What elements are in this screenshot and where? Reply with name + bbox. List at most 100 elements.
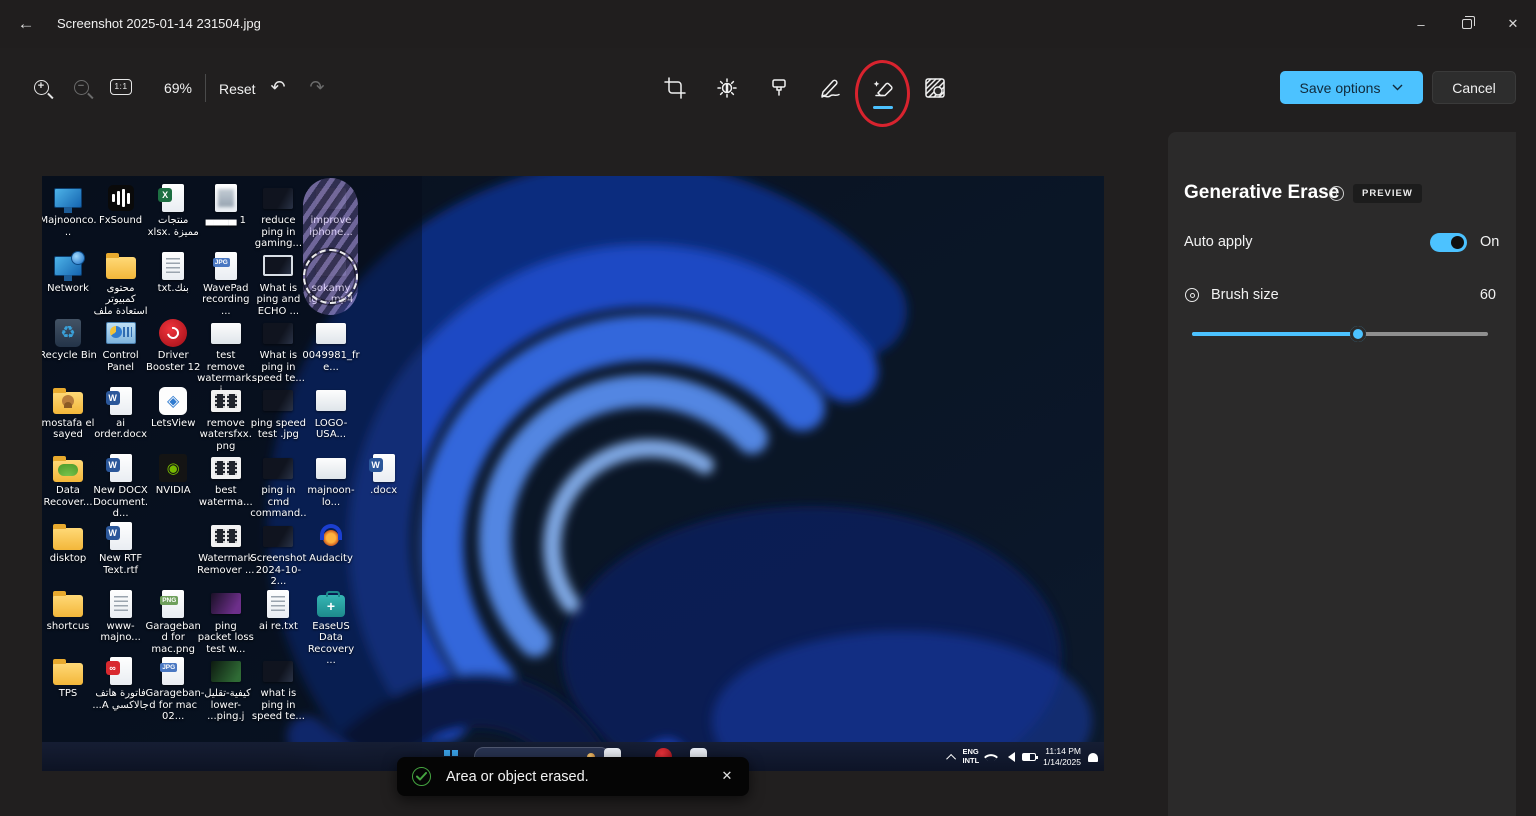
desktop-icon[interactable]: ◉ NVIDIA: [144, 453, 202, 497]
auto-apply-toggle[interactable]: [1430, 233, 1467, 252]
desktop-icon-label: TPS: [58, 688, 78, 700]
volume-icon[interactable]: [1003, 752, 1016, 762]
desktop-icon[interactable]: Majnoonco...: [42, 183, 97, 238]
minimize-button[interactable]: –: [1398, 0, 1444, 48]
notification-bell-icon[interactable]: [1088, 752, 1098, 762]
desktop-icon[interactable]: shortcus: [42, 589, 97, 633]
desktop-icon-label: What is ping in speed te...: [251, 350, 305, 385]
desktop-icon[interactable]: ♻ Recycle Bin: [42, 318, 97, 362]
cancel-button[interactable]: Cancel: [1432, 71, 1516, 104]
thumb-dark-icon: [263, 386, 294, 416]
desktop-icon[interactable]: PNG Garageband for mac.png: [144, 589, 202, 656]
desktop-icon[interactable]: Network: [42, 250, 97, 295]
desktop-icon[interactable]: ping packet loss test w...: [197, 589, 255, 656]
desktop-icon[interactable]: What is ping in speed te...: [249, 318, 307, 385]
desktop-icon[interactable]: بنك.txt: [144, 251, 202, 295]
folder-img-icon: [53, 453, 83, 483]
desktop-icon-label: ai order.docx: [94, 417, 147, 441]
desktop-icon[interactable]: disktop: [42, 521, 97, 565]
desktop-icon[interactable]: ◈ LetsView: [144, 386, 202, 430]
desktop-icon[interactable]: remove watersfxx.png: [197, 386, 255, 453]
thumb-dark-icon: [263, 521, 294, 551]
wifi-icon[interactable]: [984, 749, 999, 765]
restore-button[interactable]: [1444, 0, 1490, 48]
desktop-icon[interactable]: LOGO-USA...: [302, 386, 360, 441]
thumb-dark-icon: [263, 656, 294, 686]
toast-notification: Area or object erased. ✕: [397, 757, 749, 796]
jpg-doc-icon: JPG: [211, 251, 241, 281]
taskbar-clock[interactable]: 11:14 PM 1/14/2025: [1043, 746, 1081, 767]
desktop-icon[interactable]: 0049981_fre...: [302, 318, 360, 373]
desktop-icon[interactable]: mostafa el sayed: [42, 386, 97, 441]
desktop-icon[interactable]: W New RTF Text.rtf: [92, 521, 150, 576]
tool-filter-button[interactable]: [753, 64, 805, 112]
info-icon[interactable]: i: [1329, 186, 1344, 201]
battery-icon[interactable]: [1022, 753, 1039, 761]
desktop-icon[interactable]: Control Panel: [92, 318, 150, 373]
system-tray: ENG INTL 11:14 PM 1/14/2025: [945, 745, 1098, 769]
desktop-icon[interactable]: FxSound: [92, 183, 150, 227]
desktop-icon[interactable]: ▄▄▄▄ 1: [197, 183, 255, 227]
desktop-icon[interactable]: www-majno...: [92, 589, 150, 644]
desktop-icon[interactable]: + EaseUS Data Recovery ...: [302, 589, 360, 667]
slider-thumb[interactable]: [1349, 326, 1366, 342]
desktop-icon-label: Data Recover...: [43, 485, 93, 508]
desktop-icon[interactable]: W New DOCX Document.d...: [92, 453, 150, 520]
brush-size-slider[interactable]: [1192, 326, 1488, 342]
folder-icon: [53, 656, 83, 686]
desktop-icon[interactable]: best waterma...: [197, 453, 255, 508]
desktop-icon[interactable]: test remove watermark.j...: [197, 318, 255, 396]
photo-canvas[interactable]: Majnoonco... FxSound X منتجات مميزة .xlsx ▄▄…: [42, 176, 1104, 771]
desktop-icon[interactable]: Wai order.docx: [92, 386, 150, 441]
desktop-icon[interactable]: كيفية-تقليل-lower-ping.j...: [197, 656, 255, 723]
desktop-icon[interactable]: TPS: [42, 656, 97, 700]
tray-chevron-up-icon[interactable]: [945, 753, 956, 764]
tool-markup-button[interactable]: [805, 64, 857, 112]
control-panel-icon: [105, 318, 136, 348]
brush-size-value: 60: [1479, 287, 1496, 303]
desktop-icon[interactable]: محتوى كمبيوتر استعادة ملف: [92, 251, 150, 318]
zoom-out-button[interactable]: −: [61, 66, 101, 108]
desktop-icon[interactable]: JPG WavePad recording ...: [197, 251, 255, 318]
file-title: Screenshot 2025-01-14 231504.jpg: [57, 16, 261, 31]
desktop-icon[interactable]: majnoon-lo...: [302, 453, 360, 508]
desktop-icon[interactable]: JPG Garageband for mac 02...: [144, 656, 202, 723]
film-icon: [210, 386, 241, 416]
desktop-icon[interactable]: Driver Booster 12: [144, 318, 202, 373]
desktop-icon[interactable]: Watermark Remover ...: [197, 521, 255, 576]
zoom-in-button[interactable]: +: [21, 66, 61, 108]
tool-crop-button[interactable]: [649, 64, 701, 112]
desktop-icon[interactable]: Screenshot 2024-10-2...: [249, 521, 307, 588]
desktop-icon[interactable]: ai re.txt: [249, 589, 307, 633]
close-button[interactable]: ✕: [1490, 0, 1536, 48]
save-options-button[interactable]: Save options: [1280, 71, 1423, 104]
undo-button[interactable]: ↶: [258, 66, 298, 108]
desktop-icon[interactable]: ping in cmd command...: [249, 453, 307, 531]
recycle-icon: ♻: [53, 318, 83, 348]
desktop-icon[interactable]: Audacity: [302, 521, 360, 565]
redo-icon: ↷: [309, 76, 325, 98]
desktop-icon[interactable]: reduce ping in gaming...: [249, 183, 307, 250]
tool-erase-button[interactable]: [857, 64, 909, 112]
tool-background-button[interactable]: [909, 64, 961, 112]
desktop-icon[interactable]: W .docx: [355, 453, 413, 497]
generative-erase-panel: Generative Erase i PREVIEW Auto apply On…: [1168, 132, 1516, 816]
desktop-icon[interactable]: What is ping and ECHO ...: [249, 251, 307, 318]
zoom-level: 69%: [163, 80, 193, 96]
desktop-icon[interactable]: what is ping in speed te...: [249, 656, 307, 723]
actual-size-button[interactable]: 1:1: [101, 66, 141, 108]
back-button[interactable]: ←: [12, 12, 40, 36]
redo-button[interactable]: ↷: [297, 66, 337, 108]
desktop-icon[interactable]: X منتجات مميزة .xlsx: [144, 183, 202, 238]
desktop-icon[interactable]: Data Recover...: [42, 453, 97, 508]
desktop-icon[interactable]: ping speed test .jpg: [249, 386, 307, 441]
one-to-one-icon: 1:1: [110, 79, 132, 95]
easeus-icon: +: [316, 589, 346, 619]
toast-close-button[interactable]: ✕: [719, 768, 735, 784]
fxsound-icon: [106, 183, 136, 213]
language-indicator[interactable]: ENG INTL: [963, 748, 980, 765]
auto-apply-label: Auto apply: [1184, 234, 1253, 250]
reset-button[interactable]: Reset: [211, 76, 264, 102]
tool-adjustment-button[interactable]: [701, 64, 753, 112]
desktop-icon[interactable]: ∞ فاتورة هاتف جالاكسي A...: [92, 656, 150, 711]
